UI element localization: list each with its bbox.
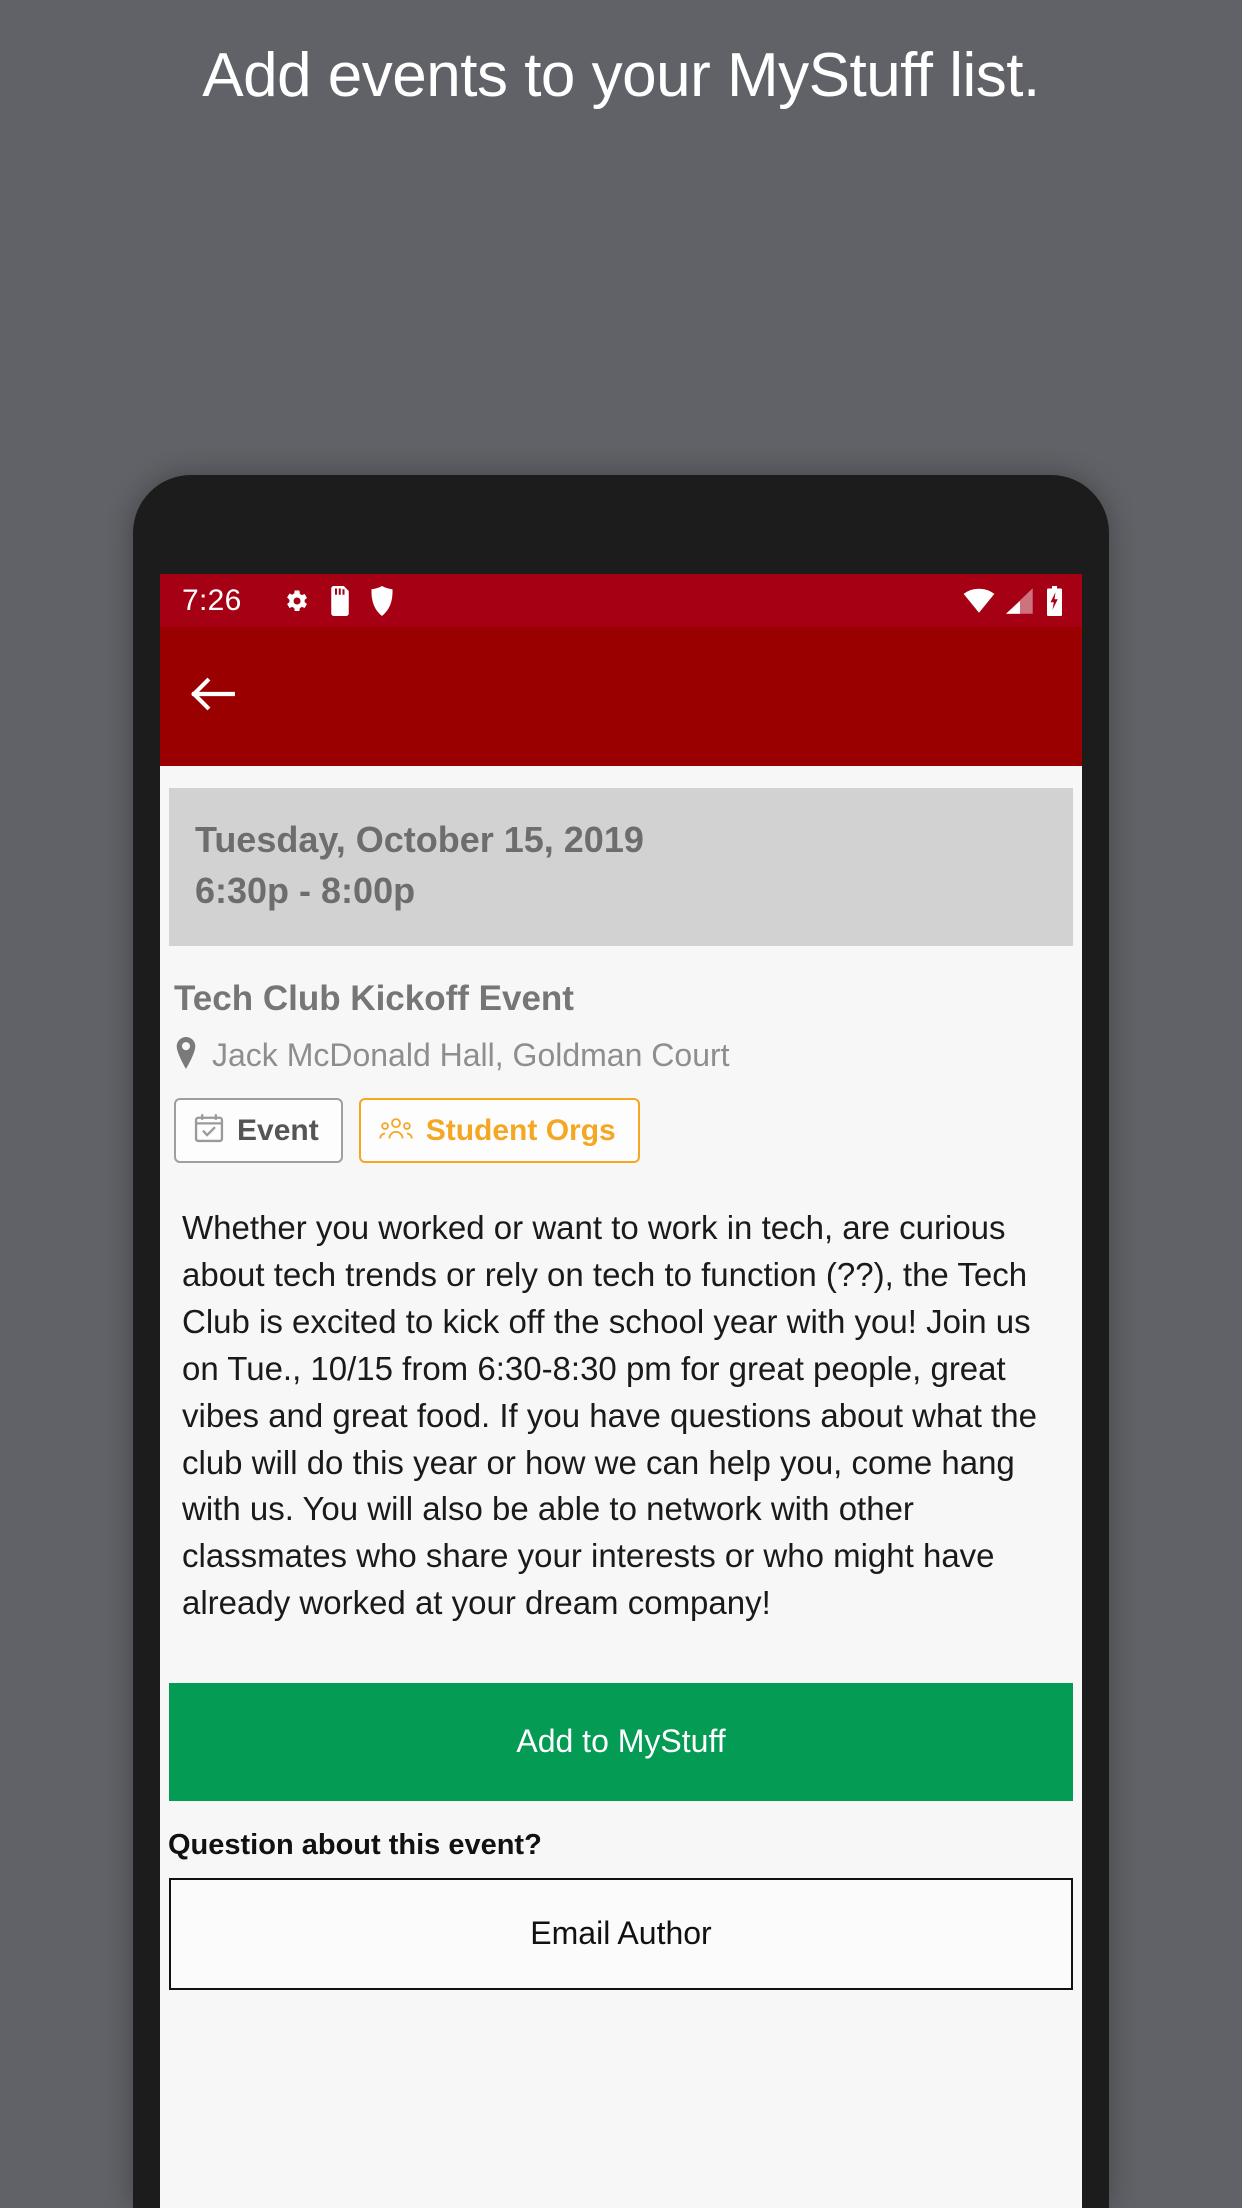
email-author-button[interactable]: Email Author [169, 1877, 1073, 1990]
status-bar-clock: 7:26 [182, 583, 242, 617]
people-group-icon [379, 1115, 413, 1146]
promo-headline: Add events to your MyStuff list. [202, 40, 1040, 110]
event-tag-chips: Event Student Orgs [174, 1098, 1082, 1164]
battery-charging-icon [1045, 585, 1064, 616]
wifi-icon [963, 588, 995, 614]
event-title: Tech Club Kickoff Event [174, 979, 574, 1019]
map-pin-icon [174, 1037, 198, 1074]
status-bar-left: 7:26 [182, 584, 963, 618]
shield-icon [370, 585, 394, 616]
question-label: Question about this event? [168, 1828, 542, 1861]
event-location-row: Jack McDonald Hall, Goldman Court [174, 1037, 1082, 1074]
cell-signal-icon [1006, 587, 1034, 614]
event-date: Tuesday, October 15, 2019 [195, 819, 644, 860]
phone-screen: 7:26 Tuesday, October 15, 2019 6:30p - 8… [160, 574, 1082, 2208]
event-description: Whether you worked or want to work in te… [182, 1209, 1037, 1622]
back-button[interactable] [186, 666, 248, 728]
gear-icon [282, 587, 310, 615]
calendar-check-icon [194, 1113, 224, 1148]
app-bar [160, 627, 1082, 766]
status-bar-right [963, 585, 1064, 616]
event-location: Jack McDonald Hall, Goldman Court [212, 1037, 730, 1074]
tag-chip-event[interactable]: Event [174, 1098, 343, 1164]
add-to-mystuff-button[interactable]: Add to MyStuff [169, 1682, 1073, 1801]
phone-device-frame: 7:26 Tuesday, October 15, 2019 6:30p - 8… [133, 475, 1109, 2208]
event-time-range: 6:30p - 8:00p [195, 870, 416, 912]
tag-chip-student-orgs-label: Student Orgs [425, 1113, 616, 1147]
event-detail-content: Tuesday, October 15, 2019 6:30p - 8:00p … [160, 766, 1082, 2208]
event-date-card: Tuesday, October 15, 2019 6:30p - 8:00p [169, 788, 1073, 947]
arrow-left-icon [190, 674, 244, 719]
tag-chip-student-orgs[interactable]: Student Orgs [358, 1098, 640, 1164]
tag-chip-event-label: Event [237, 1113, 319, 1147]
sd-card-icon [328, 585, 352, 616]
status-bar: 7:26 [160, 574, 1082, 627]
